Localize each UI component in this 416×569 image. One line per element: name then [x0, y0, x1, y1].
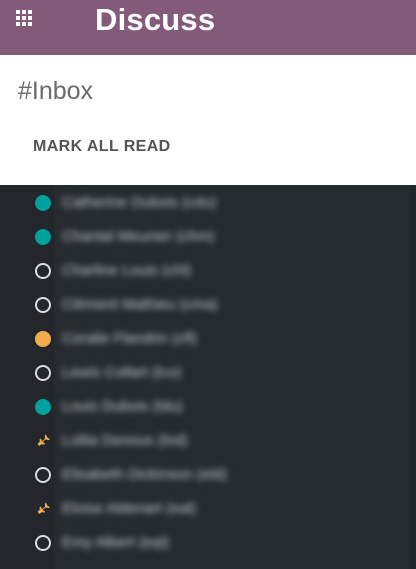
away-status-icon [35, 331, 51, 347]
offline-status-icon [35, 535, 51, 551]
contact-name: Louis Dubois (ldu) [62, 398, 183, 415]
contact-name: Lolita Denous (lod) [62, 432, 188, 449]
contact-item[interactable]: Chantal Meunier (chm) [0, 220, 416, 254]
contact-name: Lewis Collart (lco) [62, 364, 182, 381]
control-panel: #Inbox MARK ALL READ [0, 55, 416, 186]
contact-item[interactable]: Emy Albert (eqt) [0, 526, 416, 560]
contact-name: Clément Mathieu (cma) [62, 296, 218, 313]
contact-name: Charline Louis (chl) [62, 262, 192, 279]
apps-menu-icon[interactable] [16, 10, 32, 26]
contact-name: Elisabeth Dickinson (eld) [62, 466, 228, 483]
offline-status-icon [35, 467, 51, 483]
contact-item[interactable]: Eloise Aldenart (eal) [0, 492, 416, 526]
offline-status-icon [35, 365, 51, 381]
contact-name: Coralie Flandrin (cfl) [62, 330, 198, 347]
channel-name: #Inbox [18, 77, 94, 105]
contact-name: Emy Albert (eqt) [62, 534, 170, 551]
contact-name: Eloise Aldenart (eal) [62, 500, 197, 517]
contact-item[interactable]: Charline Louis (chl) [0, 254, 416, 288]
contact-item[interactable]: Lolita Denous (lod) [0, 424, 416, 458]
online-status-icon [35, 195, 51, 211]
contact-item[interactable]: Elisabeth Dickinson (eld) [0, 458, 416, 492]
app-title: Discuss [95, 2, 216, 37]
offline-status-icon [35, 297, 51, 313]
contact-item[interactable]: Coralie Flandrin (cfl) [0, 322, 416, 356]
contact-item[interactable]: Lewis Collart (lco) [0, 356, 416, 390]
online-status-icon [35, 229, 51, 245]
mark-all-read-button[interactable]: MARK ALL READ [33, 138, 171, 156]
contact-name: Chantal Meunier (chm) [62, 228, 215, 245]
top-navbar: Discuss [0, 0, 416, 55]
contact-name: Catherine Dubois (cdu) [62, 194, 217, 211]
plane-icon [35, 433, 51, 449]
offline-status-icon [35, 263, 51, 279]
contact-item[interactable]: Catherine Dubois (cdu) [0, 186, 416, 220]
contact-item[interactable]: Louis Dubois (ldu) [0, 390, 416, 424]
plane-icon [35, 501, 51, 517]
discuss-app: Discuss #Inbox MARK ALL READ Catherine D… [0, 0, 416, 569]
online-status-icon [35, 399, 51, 415]
contact-item[interactable]: Clément Mathieu (cma) [0, 288, 416, 322]
